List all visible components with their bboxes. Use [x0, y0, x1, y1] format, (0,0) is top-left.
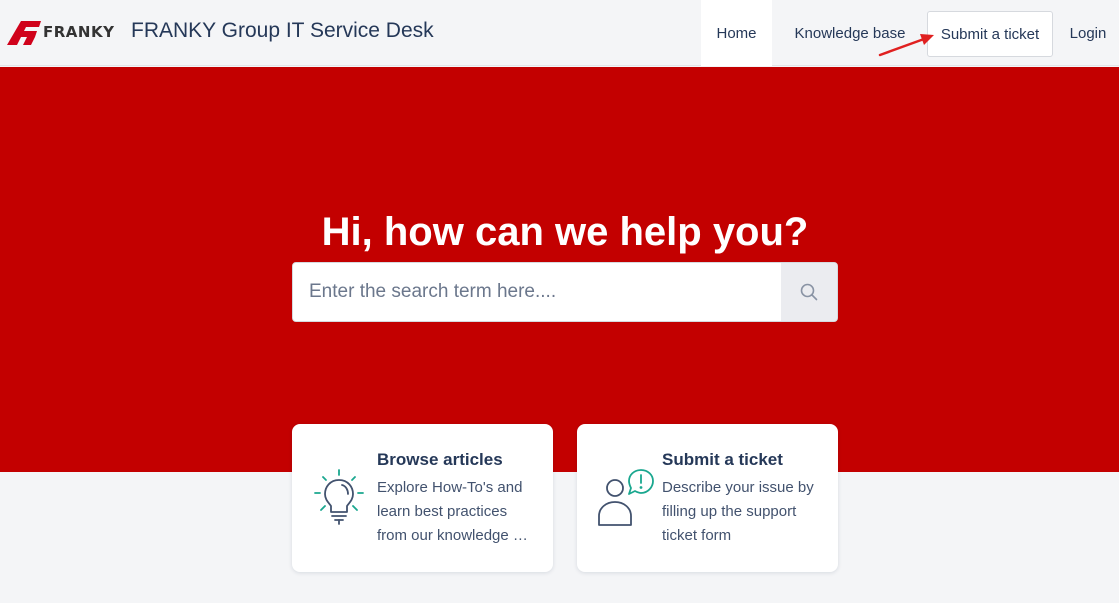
submit-ticket-description: Describe your issue by filling up the su… [662, 476, 822, 548]
search-input[interactable] [293, 263, 782, 321]
search-icon [800, 283, 818, 301]
submit-ticket-title: Submit a ticket [662, 450, 783, 469]
top-header: FRANKY FRANKY Group IT Service Desk Home… [0, 0, 1119, 66]
search-bar [292, 262, 838, 322]
user-alert-icon [598, 469, 654, 526]
franky-logo[interactable]: FRANKY [7, 17, 123, 47]
franky-logo-mark-icon [7, 21, 41, 45]
browse-articles-description: Explore How-To's and learn best practice… [377, 476, 537, 548]
lightbulb-icon [314, 469, 364, 525]
submit-desc-line-2: filling up the support [662, 503, 797, 520]
annotation-arrow-icon [878, 34, 934, 57]
logo-wordmark: FRANKY [43, 23, 115, 41]
submit-desc-line-3: ticket form [662, 527, 732, 544]
submit-ticket-card[interactable]: Submit a ticket Describe your issue by f… [577, 424, 838, 572]
submit-desc-line-1: Describe your issue by [662, 479, 814, 496]
hero-banner: Hi, how can we help you? [0, 67, 1119, 472]
search-button[interactable] [781, 263, 837, 321]
hero-title: Hi, how can we help you? [321, 210, 809, 254]
site-title[interactable]: FRANKY Group IT Service Desk [131, 19, 434, 43]
browse-articles-title: Browse articles [377, 450, 503, 469]
nav-login[interactable]: Login [1060, 0, 1116, 66]
browse-desc-line-2: learn best practices [377, 503, 508, 520]
browse-articles-card[interactable]: Browse articles Explore How-To's and lea… [292, 424, 553, 572]
browse-desc-line-3: from our knowledge base [377, 527, 529, 544]
browse-desc-line-1: Explore How-To's and [377, 479, 523, 496]
nav-submit-ticket[interactable]: Submit a ticket [927, 11, 1053, 57]
nav-home[interactable]: Home [701, 0, 772, 66]
